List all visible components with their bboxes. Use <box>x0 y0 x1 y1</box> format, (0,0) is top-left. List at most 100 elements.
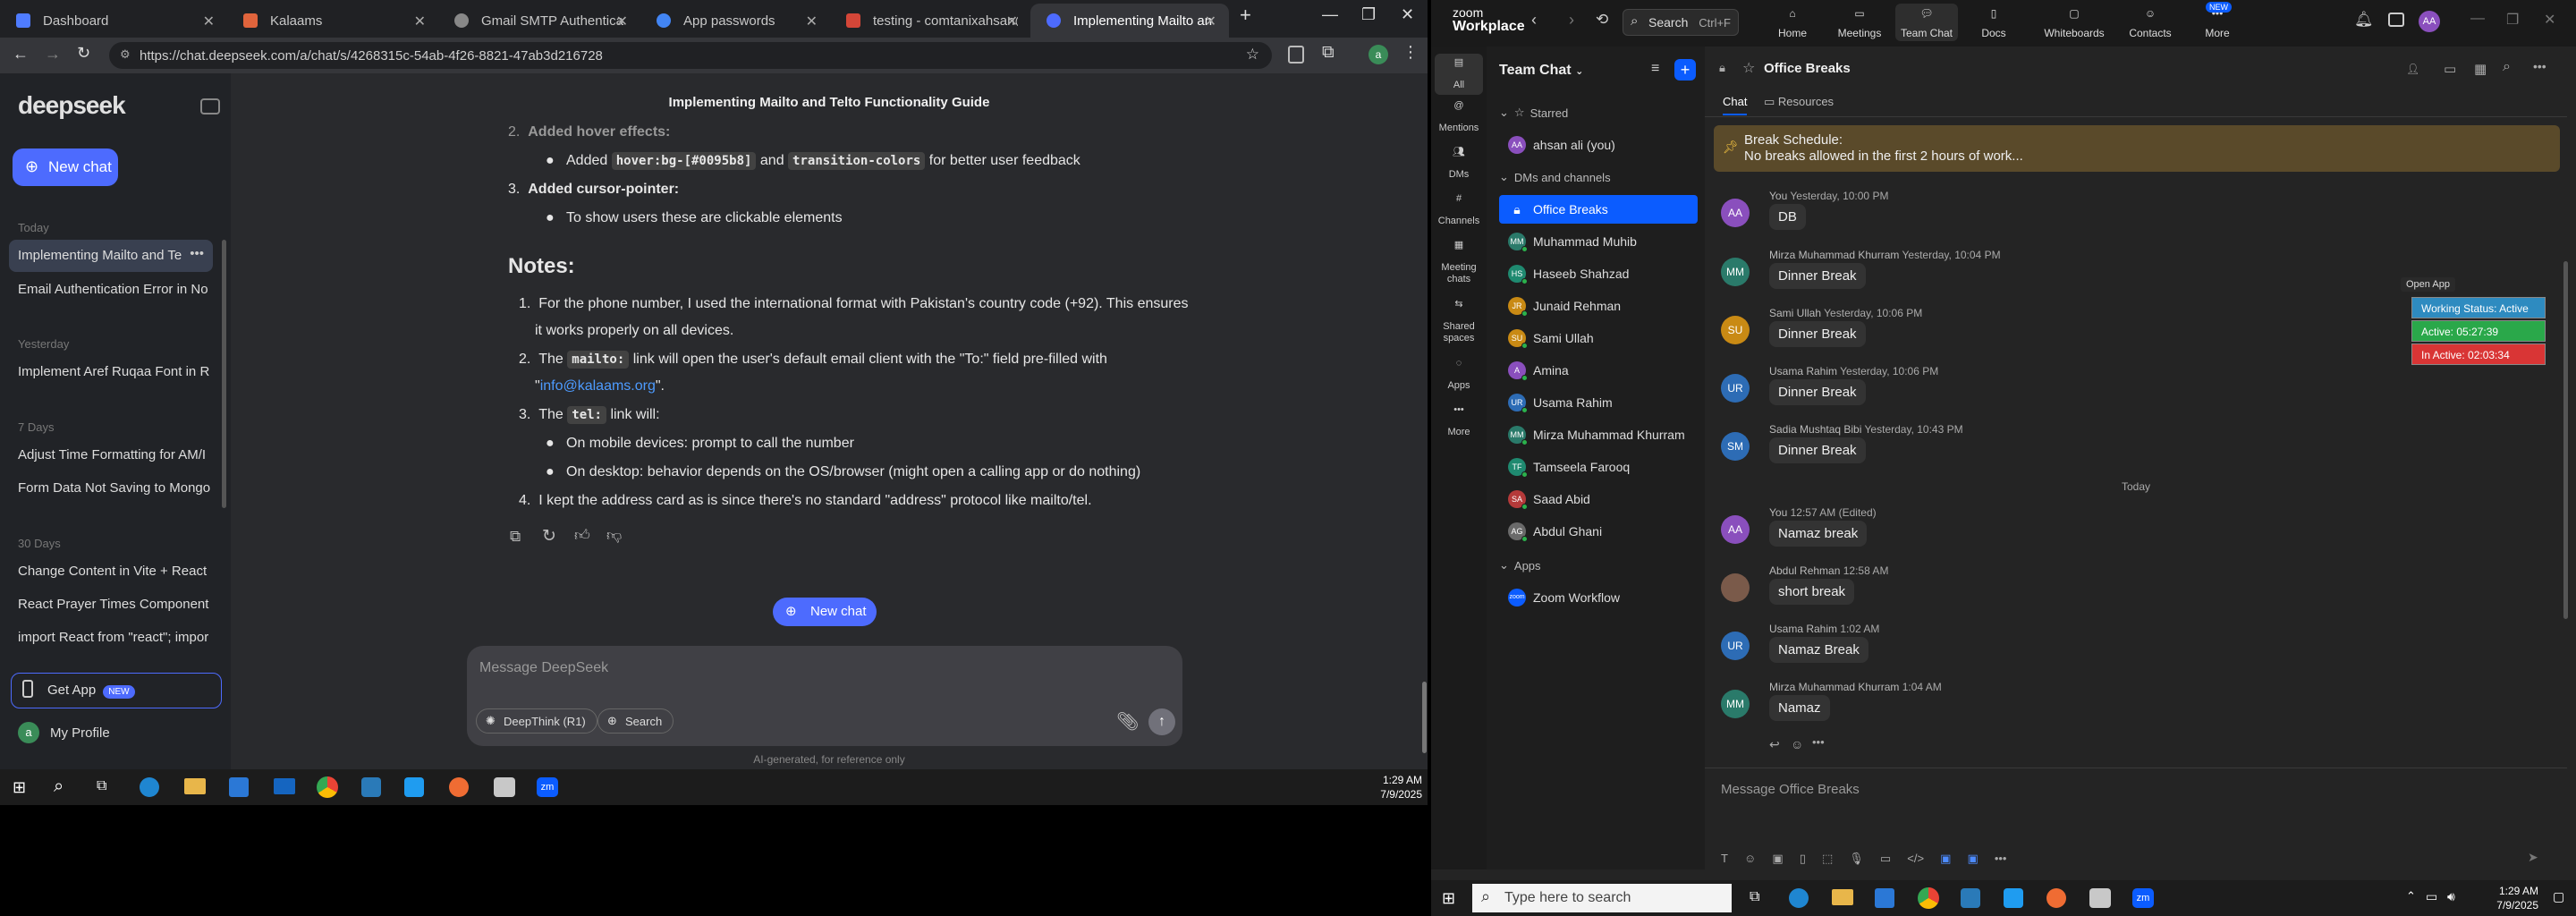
forward-icon[interactable]: → <box>45 45 61 64</box>
volume-icon[interactable]: 🔊︎ <box>2447 889 2455 904</box>
vscode-icon[interactable] <box>2004 888 2023 908</box>
rail-mentions[interactable]: @ Mentions <box>1431 100 1487 134</box>
app-item[interactable]: zoom Zoom Workflow <box>1499 583 1698 612</box>
apps-heading[interactable]: ⌄ Apps <box>1499 558 1541 572</box>
deepthink-button[interactable]: ✺ DeepThink (R1) <box>476 708 597 734</box>
extension-icon[interactable] <box>1288 46 1304 64</box>
postman-icon[interactable] <box>2046 888 2066 908</box>
tray-chevron-icon[interactable]: ⌃ <box>2406 889 2416 903</box>
more-dots-icon[interactable]: ••• <box>1995 852 2007 865</box>
panel-title[interactable]: Team Chat ⌄ <box>1499 63 1583 79</box>
history-item[interactable]: Form Data Not Saving to Mongo <box>9 472 213 505</box>
send-icon[interactable]: ➤ <box>2528 850 2538 865</box>
history-item[interactable]: Change Content in Vite + React <box>9 556 213 588</box>
dm-item[interactable]: MM Muhammad Muhib <box>1499 227 1698 256</box>
code-icon[interactable]: </> <box>1907 852 1924 865</box>
collapse-sidebar-icon[interactable] <box>200 98 220 114</box>
get-app-button[interactable]: Get App NEW <box>11 673 222 708</box>
forward-icon[interactable]: › <box>1569 11 1574 30</box>
dm-item[interactable]: UR Usama Rahim <box>1499 388 1698 417</box>
history-item[interactable]: Email Authentication Error in No <box>9 274 213 306</box>
pinned-banner[interactable]: 📌︎ Break Schedule: No breaks allowed in … <box>1714 125 2560 172</box>
dm-item-office-breaks[interactable]: 🔒︎ Office Breaks <box>1499 195 1698 224</box>
starred-item[interactable]: AA ahsan ali (you) <box>1499 131 1698 159</box>
nav-home[interactable]: ⌂ Home <box>1761 7 1824 39</box>
close-tab-icon[interactable]: ✕ <box>203 13 215 30</box>
message-input[interactable]: Message DeepSeek <box>479 660 608 676</box>
history-item[interactable]: React Prayer Times Component F <box>9 589 213 621</box>
network-icon[interactable]: ▭ <box>2426 889 2437 904</box>
channel-title[interactable]: Office Breaks <box>1764 61 1851 76</box>
app-icon[interactable] <box>361 777 381 797</box>
close-icon[interactable]: ✕ <box>2544 11 2555 29</box>
rail-meeting-chats[interactable]: ▦ Meeting chats <box>1431 240 1487 285</box>
app-icon[interactable]: ▣ <box>1967 852 1978 865</box>
history-item[interactable]: import React from "react"; impor <box>9 622 213 654</box>
puzzle-icon[interactable]: ⧉ <box>1322 43 1335 63</box>
rail-apps[interactable]: ◌ Apps <box>1431 358 1487 392</box>
close-tab-icon[interactable]: ✕ <box>1006 13 1018 30</box>
mail-icon[interactable] <box>274 778 295 794</box>
zoom-taskbar-icon[interactable]: zm <box>2132 888 2154 908</box>
mic-icon[interactable]: 🎙︎ <box>1849 852 1864 865</box>
thumbs-up-icon[interactable]: 👍︎ <box>574 526 590 545</box>
members-icon[interactable]: 👤︎ <box>2406 63 2419 75</box>
task-view-icon[interactable]: ⧉ <box>97 778 106 794</box>
nav-more[interactable]: ••• More NEW <box>2186 2 2249 39</box>
message-composer[interactable]: Message DeepSeek ✺ DeepThink (R1) ⊕ Sear… <box>467 646 1182 746</box>
email-link[interactable]: info@kalaams.org <box>540 378 656 394</box>
nav-meetings[interactable]: ▭ Meetings <box>1828 7 1891 39</box>
rail-all[interactable]: ▤ All <box>1435 54 1483 95</box>
app-icon[interactable]: ▣ <box>1940 852 1951 865</box>
reply-icon[interactable]: ↩ <box>1769 737 1780 752</box>
tab-kalaams[interactable]: Kalaams ✕ <box>227 4 438 38</box>
maximize-icon[interactable]: ❐ <box>1361 5 1376 24</box>
nav-team-chat[interactable]: 💬︎ Team Chat <box>1895 4 1958 41</box>
chrome-icon[interactable] <box>1918 887 1939 909</box>
search-button[interactable]: ⊕ Search <box>597 708 674 734</box>
history-item[interactable]: Adjust Time Formatting for AM/I <box>9 439 213 471</box>
close-tab-icon[interactable]: ✕ <box>1205 13 1216 30</box>
screenshot-icon[interactable]: ⬚ <box>1822 852 1833 865</box>
dm-item[interactable]: HS Haseeb Shahzad <box>1499 259 1698 288</box>
chat-scrollbar[interactable] <box>1422 682 1427 753</box>
close-tab-icon[interactable]: ✕ <box>806 13 818 30</box>
dm-item[interactable]: SA Saad Abid <box>1499 485 1698 513</box>
more-icon[interactable]: ••• <box>190 246 204 261</box>
search-box[interactable]: ⌕ Search Ctrl+F <box>1623 9 1739 36</box>
bookmark-star-icon[interactable]: ☆ <box>1246 46 1259 64</box>
rail-dms[interactable]: 👥︎ DMs <box>1431 147 1487 181</box>
store-icon[interactable] <box>229 777 249 797</box>
site-info-icon[interactable]: ⚙ <box>120 47 131 62</box>
filter-icon[interactable]: ≡ <box>1651 61 1659 77</box>
dm-item[interactable]: AG Abdul Ghani <box>1499 517 1698 546</box>
rail-shared-spaces[interactable]: ⇆ Shared spaces <box>1431 299 1487 344</box>
edge-icon[interactable] <box>140 777 159 797</box>
zoom-taskbar-icon[interactable]: zm <box>537 777 558 797</box>
dm-item[interactable]: A Amina <box>1499 356 1698 385</box>
video-clip-icon[interactable]: ▭ <box>1880 852 1891 865</box>
bell-icon[interactable]: 🔔︎ <box>2354 11 2374 29</box>
dm-item[interactable]: TF Tamseela Farooq <box>1499 453 1698 481</box>
emoji-icon[interactable]: ☺ <box>1744 852 1756 865</box>
more-dots-icon[interactable]: ••• <box>2533 59 2546 73</box>
new-chat-button[interactable]: ⊕ New chat <box>13 148 118 186</box>
tab-chat[interactable]: Chat <box>1723 95 1748 115</box>
postman-icon[interactable] <box>449 777 469 797</box>
dms-heading[interactable]: ⌄ DMs and channels <box>1499 170 1611 184</box>
edge-icon[interactable] <box>1789 888 1809 908</box>
dm-item[interactable]: MM Mirza Muhammad Khurram <box>1499 420 1698 449</box>
chat-scrollbar[interactable] <box>2563 261 2568 619</box>
copy-icon[interactable]: ⧉ <box>510 528 521 546</box>
nav-contacts[interactable]: ☺ Contacts <box>2119 7 2182 39</box>
notifications-icon[interactable]: ▢ <box>2553 889 2564 904</box>
file-icon[interactable]: ▯ <box>1800 852 1806 865</box>
sidebar-scrollbar[interactable] <box>222 240 226 508</box>
compose-input[interactable]: Message Office Breaks <box>1721 782 1860 797</box>
close-tab-icon[interactable]: ✕ <box>616 13 628 30</box>
close-window-icon[interactable]: ✕ <box>1401 5 1414 24</box>
vscode-icon[interactable] <box>404 777 424 797</box>
reload-icon[interactable]: ↻ <box>77 44 90 63</box>
rail-more[interactable]: ••• More <box>1431 404 1487 438</box>
calendar-icon[interactable]: ▦ <box>2474 61 2487 77</box>
